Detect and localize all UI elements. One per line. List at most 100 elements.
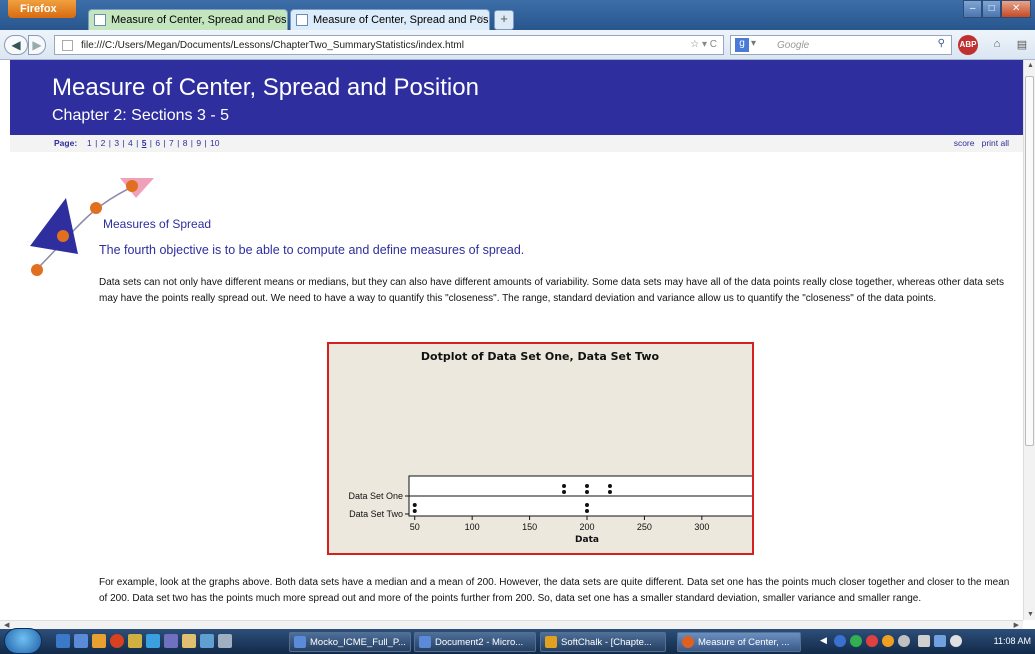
ie-icon[interactable] [146,634,160,648]
horizontal-scrollbar[interactable]: ◀ ▶ [0,620,1023,629]
tab-measure-center-2[interactable]: Measure of Center, Spread and Pos... × [290,9,490,30]
network-tray-icon[interactable] [934,635,946,647]
page-title: Measure of Center, Spread and Position [52,74,479,101]
page-link-10[interactable]: 10 [210,138,219,148]
data-point [562,484,567,488]
page-separator: | [160,138,170,148]
settings-icon[interactable] [218,634,232,648]
data-point [585,484,589,488]
page-icon [296,14,308,26]
forward-button[interactable]: ▶ [28,35,46,55]
x-tick-label: 150 [522,522,537,532]
tab-measure-center-1[interactable]: Measure of Center, Spread and Positi... … [88,9,288,30]
minimize-button[interactable]: – [963,0,983,18]
taskbar-item-firefox[interactable]: Measure of Center, ... [677,632,801,652]
page-icon [94,14,106,26]
firefox-icon [682,636,694,648]
navigation-toolbar: ◀ ▶ file:///C:/Users/Megan/Documents/Les… [0,30,1035,60]
url-bar[interactable]: file:///C:/Users/Megan/Documents/Lessons… [54,35,724,55]
objective-text: The fourth objective is to be able to co… [99,243,525,257]
data-point [585,490,589,494]
close-tab-icon[interactable]: × [276,13,282,25]
explorer-icon[interactable] [92,634,106,648]
taskbar-item-document2[interactable]: Document2 - Micro... [414,632,536,652]
url-text: file:///C:/Users/Megan/Documents/Lessons… [81,40,464,51]
category-label: Data Set One [348,491,403,501]
search-engine-dropdown-icon[interactable]: ▾ [751,38,756,49]
search-input[interactable]: g ▾ Google ⚲ [730,35,952,55]
firefox-menu-button[interactable]: Firefox [8,0,76,18]
system-tray: ◀ 11:08 AM [818,632,1035,652]
scroll-right-icon[interactable]: ▶ [1014,621,1019,629]
scrollbar-thumb[interactable] [1025,76,1034,446]
word-icon [419,636,431,648]
page-separator: | [132,138,142,148]
scroll-left-icon[interactable]: ◀ [4,621,9,629]
page-navigation: Page: 1 | 2 | 3 | 4 | 5 | 6 | 7 | 8 | 9 … [10,135,1023,152]
security-icon[interactable] [850,635,862,647]
bookmarks-menu-icon[interactable]: ▤ [1010,35,1034,55]
category-label: Data Set Two [349,509,403,519]
start-button[interactable] [4,628,42,654]
data-point [562,490,567,494]
data-point [607,484,612,488]
maximize-button[interactable]: □ [982,0,1002,18]
print-all-link[interactable]: print all [982,138,1009,148]
battery-icon[interactable] [918,635,930,647]
search-icon[interactable]: ⚲ [938,38,945,49]
search-placeholder: Google [777,40,810,51]
windows-taskbar: Mocko_ICME_Full_P... Document2 - Micro..… [0,628,1035,654]
new-tab-button[interactable]: + [494,10,514,30]
firefox-quick-icon[interactable] [110,634,124,648]
media-icon[interactable] [164,634,178,648]
close-window-button[interactable]: ✕ [1001,0,1031,18]
scroll-up-icon[interactable]: ▲ [1027,62,1034,69]
volume-icon[interactable] [950,635,962,647]
show-desktop-icon[interactable] [56,634,70,648]
softchalk-icon [545,636,557,648]
paragraph-intro: Data sets can not only have different me… [99,277,1004,304]
page-tools: score print all [954,138,1009,148]
word-icon [294,636,306,648]
bookmark-star-icon[interactable]: ☆ ▾ C [690,39,717,50]
screen: Firefox Measure of Center, Spread and Po… [0,0,1035,654]
vertical-scrollbar[interactable]: ▲ ▼ [1023,60,1035,620]
data-point [412,503,417,507]
x-tick-label: 300 [694,522,709,532]
chart-title: Dotplot of Data Set One, Data Set Two [421,350,660,363]
page-subtitle: Chapter 2: Sections 3 - 5 [52,107,229,124]
taskbar-item-label: SoftChalk - [Chapte... [561,637,652,648]
scroll-down-icon[interactable]: ▼ [1027,611,1034,618]
score-link[interactable]: score [954,138,975,148]
x-tick-label: 100 [465,522,480,532]
update-icon[interactable] [882,635,894,647]
x-axis-label: Data [575,535,599,545]
dotplot-chart: Dotplot of Data Set One, Data Set Two Dat… [327,342,754,555]
taskbar-item-label: Measure of Center, ... [698,637,790,648]
documents-icon[interactable] [182,634,196,648]
page-icon [62,40,73,51]
blue-triangle-icon [30,198,78,254]
taskbar-item-mocko[interactable]: Mocko_ICME_Full_P... [289,632,411,652]
back-button[interactable]: ◀ [4,35,28,55]
clock[interactable]: 11:08 AM [994,636,1031,646]
page-separator: | [201,138,211,148]
close-tab-icon[interactable]: × [478,13,484,25]
page-separator: | [105,138,115,148]
data-point [585,509,589,513]
taskbar-item-softchalk[interactable]: SoftChalk - [Chapte... [540,632,666,652]
folder-icon[interactable] [128,634,142,648]
adblock-icon[interactable]: ABP [958,35,978,55]
tray-expand-icon[interactable]: ◀ [820,635,827,646]
home-icon[interactable]: ⌂ [985,35,1009,55]
bluetooth-icon[interactable] [834,635,846,647]
network-icon[interactable] [200,634,214,648]
dotplot-svg: Dotplot of Data Set One, Data Set Two Dat… [348,350,752,545]
data-point [585,503,589,507]
power-icon[interactable] [898,635,910,647]
window-controls: – □ ✕ [963,0,1031,18]
switch-windows-icon[interactable] [74,634,88,648]
antivirus-icon[interactable] [866,635,878,647]
lesson-header: Measure of Center, Spread and Position C… [10,60,1023,135]
page-separator: | [91,138,101,148]
